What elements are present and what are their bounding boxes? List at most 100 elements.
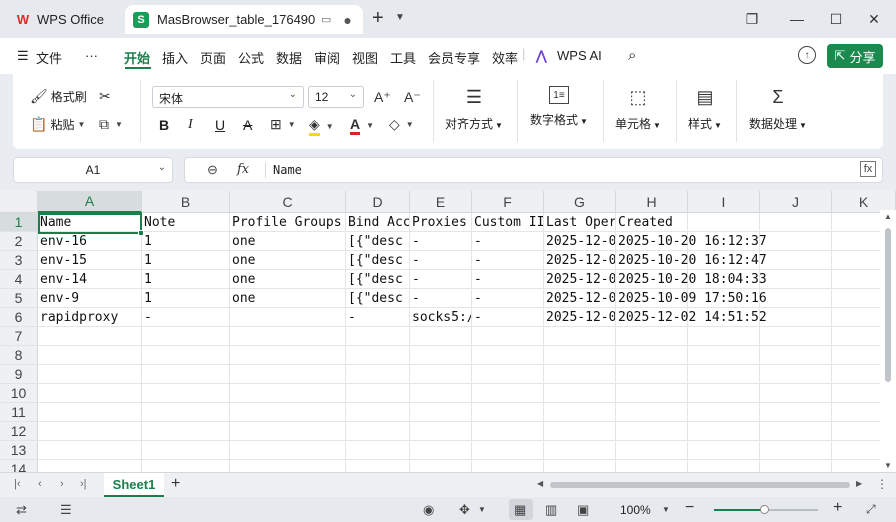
menu-tools[interactable]: 工具 <box>390 48 416 67</box>
row-header-10[interactable]: 10 <box>0 384 38 403</box>
bold-button[interactable]: B <box>159 117 169 133</box>
cell-h13[interactable] <box>616 441 688 460</box>
cell-j6[interactable] <box>760 308 832 327</box>
expand-formula-icon[interactable]: fx <box>860 161 876 177</box>
cell-j14[interactable] <box>760 460 832 472</box>
chevron-down-icon[interactable]: ▼ <box>478 505 486 514</box>
cell-f12[interactable] <box>472 422 544 441</box>
cell-e9[interactable] <box>410 365 472 384</box>
data-process-button[interactable]: Σ 数据处理 ▼ <box>749 86 807 132</box>
search-icon[interactable]: ⌕ <box>628 47 636 64</box>
row-header-9[interactable]: 9 <box>0 365 38 384</box>
cell-c4[interactable]: one <box>230 270 346 289</box>
cell-b3[interactable]: 1 <box>142 251 230 270</box>
cell-d5[interactable]: [{"desc <box>346 289 410 308</box>
cell-b8[interactable] <box>142 346 230 365</box>
cloud-upload-icon[interactable]: ↑ <box>798 46 816 64</box>
add-sheet-icon[interactable]: + <box>171 475 180 493</box>
cell-f1[interactable]: Custom II <box>472 213 544 232</box>
cell-b11[interactable] <box>142 403 230 422</box>
cell-i10[interactable] <box>688 384 760 403</box>
row-header-4[interactable]: 4 <box>0 270 38 289</box>
cell-d4[interactable]: [{"desc <box>346 270 410 289</box>
cell-c3[interactable]: one <box>230 251 346 270</box>
cell-b5[interactable]: 1 <box>142 289 230 308</box>
cell-b7[interactable] <box>142 327 230 346</box>
row-header-5[interactable]: 5 <box>0 289 38 308</box>
cell-b12[interactable] <box>142 422 230 441</box>
cell-c2[interactable]: one <box>230 232 346 251</box>
cell-i11[interactable] <box>688 403 760 422</box>
cell-button[interactable]: ⬚ 单元格 ▼ <box>615 86 661 132</box>
cell-e12[interactable] <box>410 422 472 441</box>
name-box[interactable]: A1 ⌄ <box>13 157 173 183</box>
cell-i1[interactable] <box>688 213 760 232</box>
column-header-a[interactable]: A <box>38 191 142 213</box>
cell-a12[interactable] <box>38 422 142 441</box>
cell-j5[interactable] <box>760 289 832 308</box>
monitor-icon[interactable]: ▭ <box>321 13 331 26</box>
cell-c14[interactable] <box>230 460 346 472</box>
cell-g1[interactable]: Last Oper <box>544 213 616 232</box>
column-header-b[interactable]: B <box>142 191 230 213</box>
zoom-slider-knob[interactable] <box>760 505 769 514</box>
cell-g10[interactable] <box>544 384 616 403</box>
cell-e5[interactable]: - <box>410 289 472 308</box>
cell-g9[interactable] <box>544 365 616 384</box>
cell-d14[interactable] <box>346 460 410 472</box>
cell-e4[interactable]: - <box>410 270 472 289</box>
vertical-scrollbar[interactable]: ▲ ▼ <box>880 210 896 472</box>
column-header-g[interactable]: G <box>544 191 616 213</box>
cell-h1[interactable]: Created <box>616 213 688 232</box>
menu-review[interactable]: 审阅 <box>314 48 340 67</box>
align-button[interactable]: ☰ 对齐方式 ▼ <box>445 86 503 132</box>
cell-i14[interactable] <box>688 460 760 472</box>
first-sheet-icon[interactable]: |‹ <box>14 478 21 490</box>
cell-g8[interactable] <box>544 346 616 365</box>
menu-file[interactable]: 文件 <box>36 48 62 67</box>
cell-a3[interactable]: env-15 <box>38 251 142 270</box>
cell-h10[interactable] <box>616 384 688 403</box>
cell-g5[interactable]: 2025-12-0 <box>544 289 616 308</box>
cell-b1[interactable]: Note <box>142 213 230 232</box>
cell-d10[interactable] <box>346 384 410 403</box>
notes-icon[interactable]: ☰ <box>60 502 72 518</box>
menu-member[interactable]: 会员专享 <box>428 48 480 67</box>
cell-f14[interactable] <box>472 460 544 472</box>
fx-icon[interactable]: fx <box>237 162 249 177</box>
cell-a1[interactable]: Name <box>38 213 142 232</box>
cell-i8[interactable] <box>688 346 760 365</box>
scroll-down-icon[interactable]: ▼ <box>884 461 892 470</box>
cell-e6[interactable]: socks5:/ <box>410 308 472 327</box>
cell-d11[interactable] <box>346 403 410 422</box>
cell-f10[interactable] <box>472 384 544 403</box>
unsaved-dot-icon[interactable]: ● <box>343 12 351 28</box>
cell-j11[interactable] <box>760 403 832 422</box>
formula-input[interactable]: Name <box>273 163 302 177</box>
column-header-i[interactable]: I <box>688 191 760 213</box>
cell-f9[interactable] <box>472 365 544 384</box>
cell-j12[interactable] <box>760 422 832 441</box>
cell-f4[interactable]: - <box>472 270 544 289</box>
cell-h4[interactable]: 2025-10-20 18:04:33 <box>616 270 767 289</box>
zoom-in-icon[interactable]: + <box>833 499 842 517</box>
cell-h9[interactable] <box>616 365 688 384</box>
cell-b14[interactable] <box>142 460 230 472</box>
cell-e8[interactable] <box>410 346 472 365</box>
new-tab-icon[interactable]: + <box>372 8 384 28</box>
cell-f8[interactable] <box>472 346 544 365</box>
maximize-icon[interactable]: ☐ <box>826 9 846 29</box>
cell-j3[interactable] <box>760 251 832 270</box>
sync-icon[interactable]: ⇄ <box>16 502 27 518</box>
row-header-11[interactable]: 11 <box>0 403 38 422</box>
row-header-6[interactable]: 6 <box>0 308 38 327</box>
format-painter-button[interactable]: 🖌 格式刷 <box>30 88 87 105</box>
cell-a7[interactable] <box>38 327 142 346</box>
cell-c7[interactable] <box>230 327 346 346</box>
menu-view[interactable]: 视图 <box>352 48 378 67</box>
cell-a8[interactable] <box>38 346 142 365</box>
zoom-out-icon[interactable]: − <box>685 499 694 517</box>
row-header-8[interactable]: 8 <box>0 346 38 365</box>
cell-b13[interactable] <box>142 441 230 460</box>
close-icon[interactable]: ✕ <box>864 9 884 29</box>
